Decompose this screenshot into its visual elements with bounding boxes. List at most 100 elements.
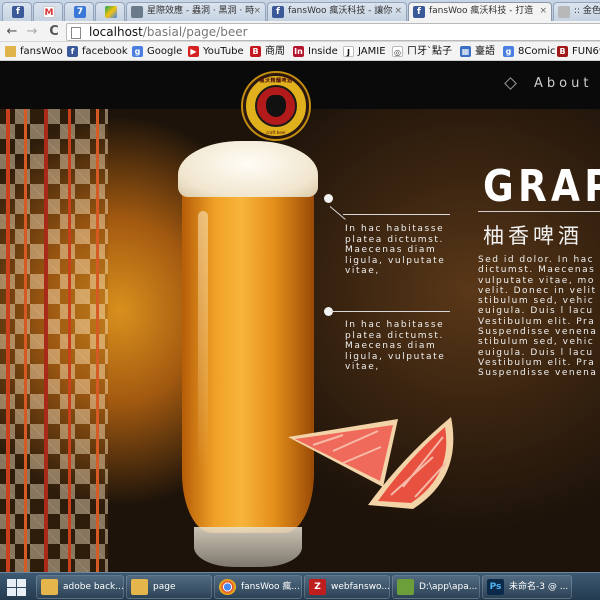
glass-shine [198,211,208,471]
taskbar-item-filezilla[interactable]: Z webfanswo... [304,575,390,599]
bookmark-label: Inside [308,46,338,57]
bookmark-label: 臺語 [475,46,495,57]
stripe-decoration [6,109,10,572]
tab-label: fansWoo 瘋沃科技 - 讓你 [288,6,393,16]
stripe-decoration [68,109,71,572]
description-line: Suspendisse venena [478,368,598,379]
windows-logo-icon [7,579,16,587]
folder-icon [131,579,148,595]
facebook-icon: f [413,6,425,18]
forward-button[interactable]: → [24,24,40,40]
google-icon: g [132,46,143,57]
annotation-line [329,206,346,220]
product-description: Sed id dolor. In hac dictumst. Maecenas … [478,255,600,379]
bookmark-google[interactable]: g Google [132,44,182,59]
bookmark-facebook[interactable]: f facebook [67,44,128,59]
reload-button[interactable]: C [46,24,62,40]
bookmark-inside[interactable]: In Inside [293,44,338,59]
brand-logo[interactable]: 瘋沃精釀啤酒 craft beer [243,73,309,139]
facebook-icon: f [67,46,78,57]
description-line: vulputate vitae, mo [478,275,595,286]
bw-icon: B [250,46,261,57]
taskbar-item-chrome[interactable]: fansWoo 瘋... [214,575,302,599]
tab-fanswoo-active[interactable]: f fansWoo 瘋沃科技 - 打造 × [408,2,552,21]
grid-icon: ▦ [460,46,471,57]
tab-calendar-pinned[interactable]: 7 [64,2,94,21]
windows-taskbar: adobe back... page fansWoo 瘋... Z webfan… [0,572,600,600]
bookmark-shangzhou[interactable]: B 商周 [250,44,285,59]
close-icon[interactable]: × [253,3,261,20]
product-subheading: 柚香啤酒 [483,224,583,248]
annotation-line [343,214,450,215]
nav-about-link[interactable]: About [534,76,592,91]
url-text: localhost/basial/page/beer [89,25,248,40]
lion-icon [266,95,286,117]
url-path: /basial/page/beer [142,25,248,39]
tab-drive-pinned[interactable] [95,2,125,21]
bookmark-idea[interactable]: ◎ ㄇ牙ˋ點子 [392,44,452,59]
taskbar-label: adobe back... [63,582,124,592]
taskbar-item-photoshop[interactable]: Ps 未命名-3 @ ... [482,575,572,599]
description-line: dictumst. Maecenas [478,265,596,276]
tab-label: :: 金色三 [574,6,600,16]
bookmark-taiwanese[interactable]: ▦ 臺語 [460,44,495,59]
bookmark-jamie[interactable]: J JAMIE [343,44,386,59]
bookmark-8comic[interactable]: g 8Comic [503,44,555,59]
annotation-line [331,311,450,312]
bookmark-label: YouTube [203,46,244,57]
description-line: stibulum sed, vehic [478,296,595,307]
tab-facebook-pinned[interactable]: f [2,2,32,21]
taskbar-item-page[interactable]: page [126,575,212,599]
close-icon[interactable]: × [539,3,547,20]
logo-top-text: 瘋沃精釀啤酒 [259,78,293,84]
tab-fanswoo-1[interactable]: f fansWoo 瘋沃科技 - 讓你 × [267,2,407,21]
description-line: euigula. Duis l lacu [478,306,594,317]
bookmark-label: FUN69 [572,46,600,57]
bookmark-label: JAMIE [358,46,386,57]
back-button[interactable]: ← [4,24,20,40]
tab-interstellar[interactable]: 星際效應 - 蟲洞 · 黑洞 · 時 × [126,2,266,21]
product-heading: GRAPE [483,161,600,212]
stripe-decoration [44,109,48,572]
start-button[interactable] [4,576,28,598]
note-line: vitae, [345,266,380,276]
description-line: euigula. Duis l lacu [478,347,594,358]
url-host: localhost [89,25,143,39]
taskbar-label: fansWoo 瘋... [241,582,300,592]
page-icon [558,6,570,18]
photoshop-icon: Ps [487,579,504,595]
annotation-text-1: In hac habitasse platea dictumst. Maecen… [345,224,455,277]
chrome-icon [219,579,236,595]
taskbar-label: page [153,582,176,592]
windows-logo-icon [17,579,26,587]
tab-gmail-pinned[interactable]: M [33,2,63,21]
note-line: Maecenas diam [345,341,437,351]
tab-gold[interactable]: :: 金色三 [553,2,600,21]
note-line: ligula, vulputate [345,351,446,362]
facebook-icon: f [272,6,284,18]
stripe-decoration [96,109,99,572]
bookmark-fun69[interactable]: B FUN69 [557,44,600,59]
fun-icon: B [557,46,568,57]
taskbar-item-adobe-backup[interactable]: adobe back... [36,575,124,599]
windows-logo-icon [7,588,16,596]
note-line: In hac habitasse [345,320,445,330]
filezilla-icon: Z [309,579,326,595]
taskbar-label: 未命名-3 @ ... [509,582,569,592]
bookmark-youtube[interactable]: ▶ YouTube [188,44,244,59]
bookmark-label: 商周 [265,46,285,57]
note-line: platea dictumst. [345,330,445,341]
page-icon [131,6,143,18]
description-line: Suspendisse venena [478,327,598,338]
beer-foam [178,141,318,197]
logo-bottom-text: craft beer [266,130,286,135]
spiral-icon: ◎ [392,46,403,57]
taskbar-item-app[interactable]: D:\app\apa... [392,575,480,599]
bookmark-fanswoo[interactable]: fansWoo [5,44,63,59]
annotation-text-2: In hac habitasse platea dictumst. Maecen… [345,320,455,373]
page-viewport: About 瘋沃精釀啤酒 craft beer In hac habitasse [0,61,600,572]
address-bar[interactable]: localhost/basial/page/beer [66,23,600,41]
close-icon[interactable]: × [394,3,402,20]
note-line: In hac habitasse [345,224,445,234]
note-line: platea dictumst. [345,234,445,245]
